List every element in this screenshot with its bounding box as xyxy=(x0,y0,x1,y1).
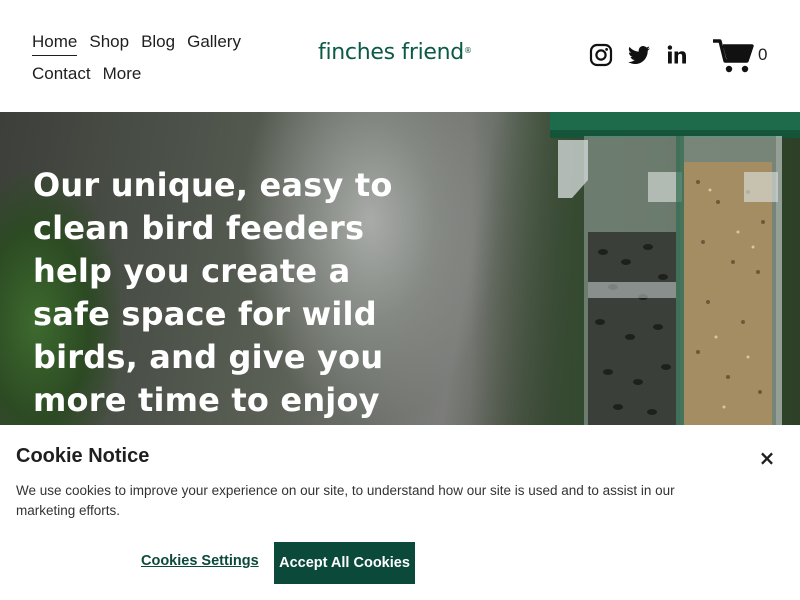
logo-registered-mark: ® xyxy=(463,46,472,55)
cookies-settings-link[interactable]: Cookies Settings xyxy=(141,553,259,569)
cookie-title: Cookie Notice xyxy=(16,445,150,467)
nav-row-1: Home Shop Blog Gallery xyxy=(32,26,272,58)
nav-contact[interactable]: Contact xyxy=(32,64,91,84)
twitter-icon[interactable] xyxy=(627,43,651,67)
nav-shop[interactable]: Shop xyxy=(89,32,129,52)
nav-more[interactable]: More xyxy=(103,64,142,84)
bird-feeder-image xyxy=(550,112,800,425)
accept-all-cookies-button[interactable]: Accept All Cookies xyxy=(274,542,415,584)
cart-count[interactable]: 0 xyxy=(758,45,767,65)
instagram-icon[interactable] xyxy=(589,43,613,67)
nav-blog[interactable]: Blog xyxy=(141,32,175,52)
nav-home[interactable]: Home xyxy=(32,32,78,56)
cookie-description: We use cookies to improve your experienc… xyxy=(16,483,675,518)
nav-gallery[interactable]: Gallery xyxy=(187,32,241,52)
main-nav: Home Shop Blog Gallery Contact More xyxy=(32,26,272,90)
cookie-banner: Cookie Notice × We use cookies to improv… xyxy=(0,425,800,600)
hero-headline: Our unique, easy to clean bird feeders h… xyxy=(33,166,393,419)
logo-text: finches friend xyxy=(318,40,464,65)
nav-row-2: Contact More xyxy=(32,58,272,90)
cart-icon[interactable] xyxy=(712,38,756,74)
hero-banner: Our unique, easy to clean bird feeders h… xyxy=(0,112,800,425)
linkedin-icon[interactable] xyxy=(665,43,689,67)
site-header: Home Shop Blog Gallery Contact More finc… xyxy=(0,0,800,112)
site-logo[interactable]: finches friend® xyxy=(318,40,472,65)
close-icon[interactable]: × xyxy=(752,443,782,473)
